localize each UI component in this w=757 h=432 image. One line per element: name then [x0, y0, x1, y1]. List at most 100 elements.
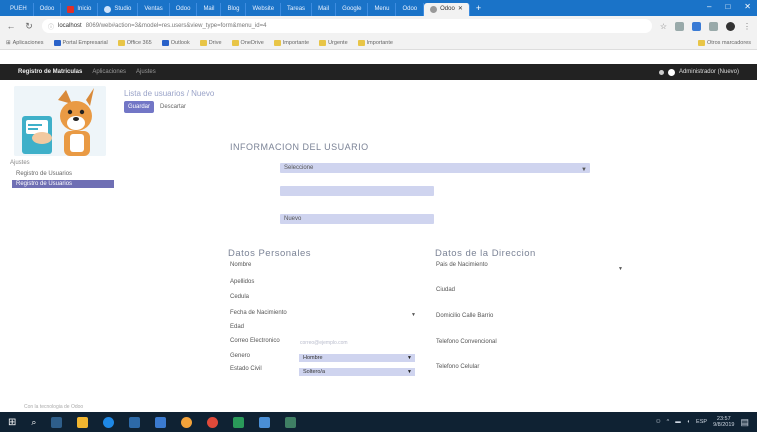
maximize-button[interactable]: □ [725, 2, 730, 11]
sidebar-item-registro-active[interactable]: Registro de Usuarios [12, 180, 114, 188]
extension-icon[interactable] [709, 21, 718, 31]
extension-icon[interactable] [692, 21, 701, 31]
label-correo: Correo Electronico [230, 338, 280, 344]
bookmark[interactable]: Urgente [319, 39, 348, 46]
search-icon[interactable]: ⌕ [31, 417, 36, 428]
extension-icon[interactable] [675, 21, 684, 31]
clock[interactable]: 23:57 9/8/2019 [713, 416, 734, 428]
label-cedula: Cedula [230, 294, 250, 300]
bookmark-label: Office 365 [126, 39, 152, 46]
chevron-down-icon[interactable]: ▼ [411, 312, 416, 318]
app-icon[interactable] [285, 416, 297, 428]
tab-label: Google [342, 6, 362, 12]
bookmark-icon [117, 39, 125, 46]
tab-label: Studio [114, 6, 132, 12]
browser-tab[interactable]: Tareas [281, 3, 313, 16]
bookmark[interactable]: Importante [273, 39, 309, 46]
close-icon[interactable]: ✕ [458, 3, 463, 16]
bookmark[interactable]: Outlook [161, 39, 190, 46]
app-icon[interactable] [233, 416, 245, 428]
estado-civil-select[interactable]: Soltero/a ▼ [299, 368, 415, 376]
network-icon[interactable]: ▬ [675, 419, 681, 425]
url-path: 8069/web#action=3&model=res.users&view_t… [85, 23, 267, 29]
browser-tab[interactable]: Ventas [138, 3, 170, 16]
word-icon[interactable] [155, 416, 167, 428]
bookmark[interactable]: OneDrive [231, 39, 264, 46]
app-icon[interactable] [181, 416, 193, 428]
label-estado-civil: Estado Civil [230, 366, 262, 372]
notification-icon[interactable] [658, 69, 664, 75]
browser-tab[interactable]: PUEH [4, 3, 34, 16]
star-icon[interactable]: ☆ [660, 22, 667, 31]
people-icon[interactable]: ⚇ [656, 419, 661, 425]
browser-tab-active[interactable]: Odoo ✕ [424, 3, 470, 16]
browser-tab[interactable]: Mail [312, 3, 337, 16]
powered-by[interactable]: Con la tecnologia de Odoo [24, 404, 83, 410]
browser-tab[interactable]: Inicio [61, 3, 99, 16]
browser-tab[interactable]: Mail [197, 3, 222, 16]
bookmark[interactable]: Importante [357, 39, 393, 46]
genero-select[interactable]: Hombre ▼ [299, 354, 415, 362]
browser-tab[interactable]: Google [336, 3, 369, 16]
browser-tab[interactable]: Menu [368, 3, 397, 16]
bookmark[interactable]: Drive [199, 39, 222, 46]
chevron-down-icon: ▼ [407, 355, 412, 361]
menu-ajustes[interactable]: Ajustes [136, 69, 156, 75]
browser-tab[interactable]: Blog [221, 3, 247, 16]
windows-start-icon[interactable]: ⊞ [8, 417, 16, 428]
bookmarks-bar: ⊞ Aplicaciones Portal Empresarial Office … [0, 36, 757, 50]
close-window-button[interactable]: ✕ [744, 2, 751, 11]
volume-icon[interactable]: ◖ [687, 419, 690, 425]
user-select[interactable]: Seleccione ▼ [280, 163, 590, 173]
chrome-icon[interactable] [207, 416, 219, 428]
task-view-icon[interactable] [51, 416, 63, 428]
breadcrumb[interactable]: Lista de usuarios / Nuevo [124, 89, 214, 98]
discard-button[interactable]: Descartar [160, 101, 186, 113]
menu-aplicaciones[interactable]: Aplicaciones [92, 69, 126, 75]
profile-value: Nuevo [284, 216, 302, 222]
new-tab-button[interactable]: + [470, 3, 487, 13]
app-brand[interactable]: Registro de Matriculas [18, 69, 82, 75]
bookmark-label: OneDrive [240, 39, 264, 46]
section-user-info: INFORMACION DEL USUARIO [230, 142, 369, 152]
bookmark-apps[interactable]: ⊞ Aplicaciones [6, 40, 44, 46]
app-logo [14, 86, 106, 156]
chevron-up-icon[interactable]: ^ [667, 419, 670, 425]
language-indicator[interactable]: ESP [696, 419, 707, 425]
user-menu[interactable]: Administrador (Nuevo) [658, 68, 739, 76]
back-arrow-icon[interactable]: ← [6, 21, 16, 31]
label-apellidos: Apellidos [230, 279, 255, 285]
edge-icon[interactable] [103, 416, 115, 428]
store-icon[interactable] [129, 416, 141, 428]
browser-tab[interactable]: Studio [98, 3, 139, 16]
app-navbar: Registro de Matriculas Aplicaciones Ajus… [0, 64, 757, 80]
bookmark[interactable]: Office 365 [117, 39, 152, 46]
chevron-down-icon[interactable]: ▼ [618, 266, 623, 272]
sidebar-item-registro[interactable]: Registro de Usuarios [12, 170, 76, 178]
bookmark-label: Aplicaciones [12, 39, 44, 46]
avatar [667, 68, 675, 76]
chevron-down-icon: ▼ [581, 167, 587, 173]
file-explorer-icon[interactable] [77, 416, 89, 428]
label-telefono-convencional: Telefono Convencional [436, 339, 497, 345]
browser-tab[interactable]: Odoo [170, 3, 198, 16]
profile-field[interactable]: Nuevo [280, 214, 434, 224]
menu-icon[interactable]: ⋮ [743, 22, 751, 31]
section-address: Datos de la Direccion [435, 248, 536, 259]
reload-icon[interactable]: ↻ [24, 21, 34, 32]
app-icon[interactable] [259, 416, 271, 428]
profile-icon[interactable] [726, 21, 735, 31]
url-input[interactable]: ⓘ localhost 8069/web#action=3&model=res.… [42, 19, 652, 33]
browser-tab[interactable]: Odoo [396, 3, 425, 16]
browser-tab[interactable]: Website [246, 3, 282, 16]
notifications-icon[interactable]: ▤ [740, 417, 749, 428]
browser-tab[interactable]: Odoo [34, 3, 62, 16]
minimize-button[interactable]: – [707, 2, 711, 11]
bookmark-label: Otros marcadores [706, 39, 751, 46]
email-input[interactable]: correo@ejemplo.com [300, 340, 348, 346]
save-button[interactable]: Guardar [124, 101, 154, 113]
password-field[interactable] [280, 186, 434, 196]
bookmark[interactable]: Portal Empresarial [53, 39, 108, 46]
tab-label: Inicio [77, 6, 92, 12]
other-bookmarks[interactable]: Otros marcadores [697, 39, 751, 46]
